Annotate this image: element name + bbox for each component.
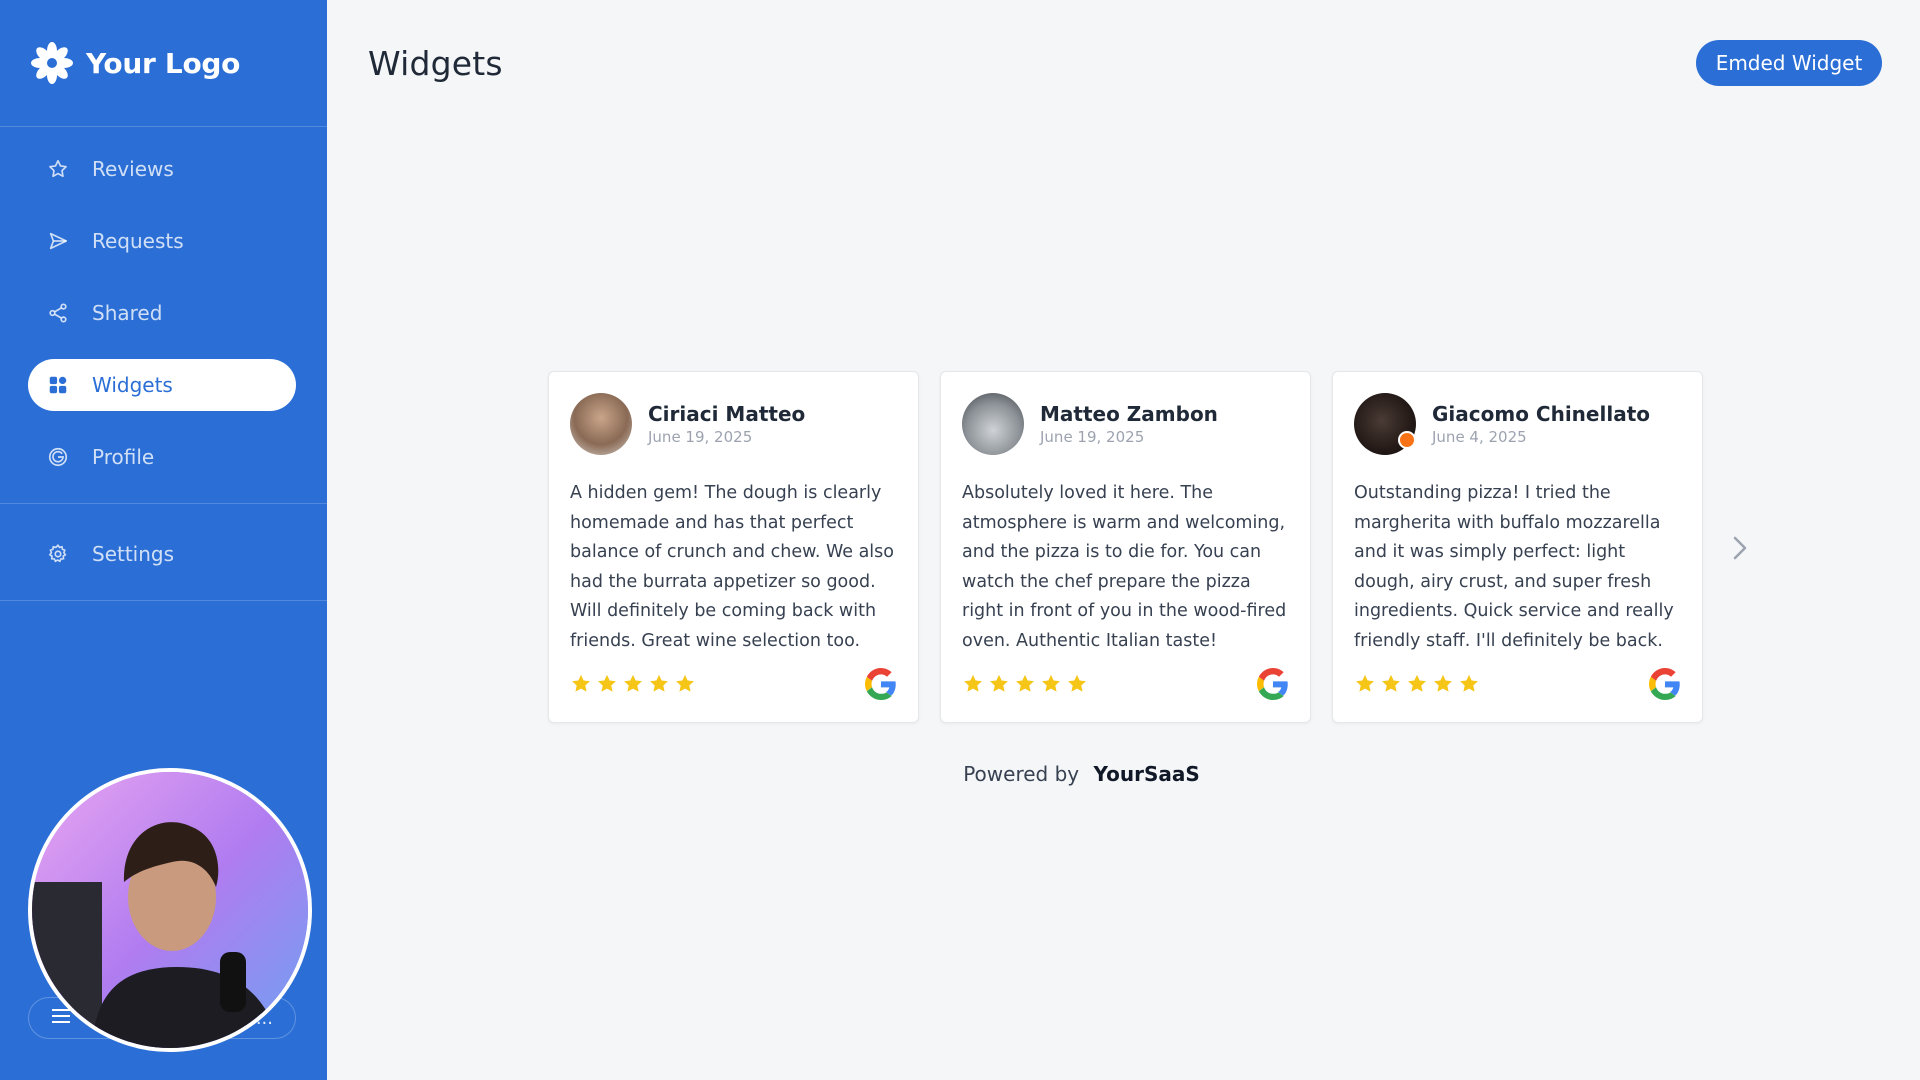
sidebar-item-requests[interactable]: Requests: [28, 215, 296, 267]
powered-prefix: Powered by: [963, 762, 1080, 786]
google-outline-icon: [46, 445, 70, 469]
share-icon: [46, 301, 70, 325]
sidebar-item-settings[interactable]: Settings: [28, 528, 296, 580]
avatar: [570, 393, 632, 455]
nav-divider: [0, 600, 327, 601]
sidebar-item-label: Profile: [92, 445, 155, 469]
review-date: June 19, 2025: [1040, 428, 1145, 446]
google-icon: [865, 668, 896, 700]
star-icon: [990, 674, 1008, 692]
review-header: Ciriaci Matteo June 19, 2025: [570, 393, 897, 455]
review-date: June 4, 2025: [1432, 428, 1527, 446]
presenter-image: [32, 772, 308, 1048]
star-icon: [1460, 674, 1478, 692]
webcam-overlay: [28, 768, 312, 1052]
star-icon: [1042, 674, 1060, 692]
review-footer: [962, 668, 1289, 700]
logo-text: Your Logo: [86, 46, 241, 80]
flower-logo-icon: [31, 42, 73, 84]
sidebar-item-label: Shared: [92, 301, 163, 325]
star-icon: [1068, 674, 1086, 692]
sidebar-item-label: Settings: [92, 542, 175, 566]
avatar: [1354, 393, 1416, 455]
logo[interactable]: Your Logo: [0, 0, 327, 127]
sidebar: Your Logo Reviews Requests Shared Widget…: [0, 0, 327, 1080]
sidebar-item-label: Widgets: [92, 373, 173, 397]
reviewer-name: Giacomo Chinellato: [1432, 402, 1650, 426]
review-footer: [1354, 668, 1681, 700]
review-header: Giacomo Chinellato June 4, 2025: [1354, 393, 1681, 455]
sidebar-nav: Reviews Requests Shared Widgets Profile: [0, 127, 327, 601]
sidebar-item-label: Reviews: [92, 157, 174, 181]
powered-by: Powered by YourSaaS: [327, 762, 1920, 786]
star-icon: [1434, 674, 1452, 692]
star-icon: [650, 674, 668, 692]
google-icon: [1649, 668, 1680, 700]
star-icon: [1016, 674, 1034, 692]
sidebar-item-widgets[interactable]: Widgets: [28, 359, 296, 411]
review-carousel: Ciriaci Matteo June 19, 2025 A hidden ge…: [548, 371, 1703, 723]
embed-widget-button[interactable]: Emded Widget: [1696, 40, 1882, 86]
star-icon: [1356, 674, 1374, 692]
sidebar-item-reviews[interactable]: Reviews: [28, 143, 296, 195]
sidebar-item-profile[interactable]: Profile: [28, 431, 296, 483]
avatar-badge: [1398, 431, 1416, 449]
review-text: Outstanding pizza! I tried the margherit…: [1354, 483, 1674, 651]
star-icon: [964, 674, 982, 692]
star-icon: [598, 674, 616, 692]
send-icon: [46, 229, 70, 253]
gear-icon: [46, 542, 70, 566]
grid-icon: [46, 373, 70, 397]
review-card: Ciriaci Matteo June 19, 2025 A hidden ge…: [548, 371, 919, 723]
star-icon: [624, 674, 642, 692]
review-text: A hidden gem! The dough is clearly homem…: [570, 483, 894, 651]
google-icon: [1257, 668, 1288, 700]
review-header: Matteo Zambon June 19, 2025: [962, 393, 1289, 455]
star-rating: [570, 673, 696, 695]
review-card: Matteo Zambon June 19, 2025 Absolutely l…: [940, 371, 1311, 723]
review-text: Absolutely loved it here. The atmosphere…: [962, 483, 1287, 651]
powered-brand[interactable]: YourSaaS: [1093, 762, 1199, 786]
review-card: Giacomo Chinellato June 4, 2025 Outstand…: [1332, 371, 1703, 723]
sidebar-item-label: Requests: [92, 229, 184, 253]
star-icon: [1408, 674, 1426, 692]
star-icon: [676, 674, 694, 692]
review-footer: [570, 668, 897, 700]
page-title: Widgets: [368, 44, 503, 83]
review-date: June 19, 2025: [648, 428, 753, 446]
reviewer-name: Ciriaci Matteo: [648, 402, 806, 426]
avatar: [962, 393, 1024, 455]
carousel-next-chevron-icon[interactable]: [1728, 530, 1752, 566]
star-icon: [1382, 674, 1400, 692]
menu-icon[interactable]: [51, 1008, 71, 1029]
sidebar-item-shared[interactable]: Shared: [28, 287, 296, 339]
star-rating: [962, 673, 1088, 695]
star-icon: [572, 674, 590, 692]
star-outline-icon: [46, 157, 70, 181]
nav-divider: [0, 503, 327, 504]
star-rating: [1354, 673, 1480, 695]
reviewer-name: Matteo Zambon: [1040, 402, 1218, 426]
